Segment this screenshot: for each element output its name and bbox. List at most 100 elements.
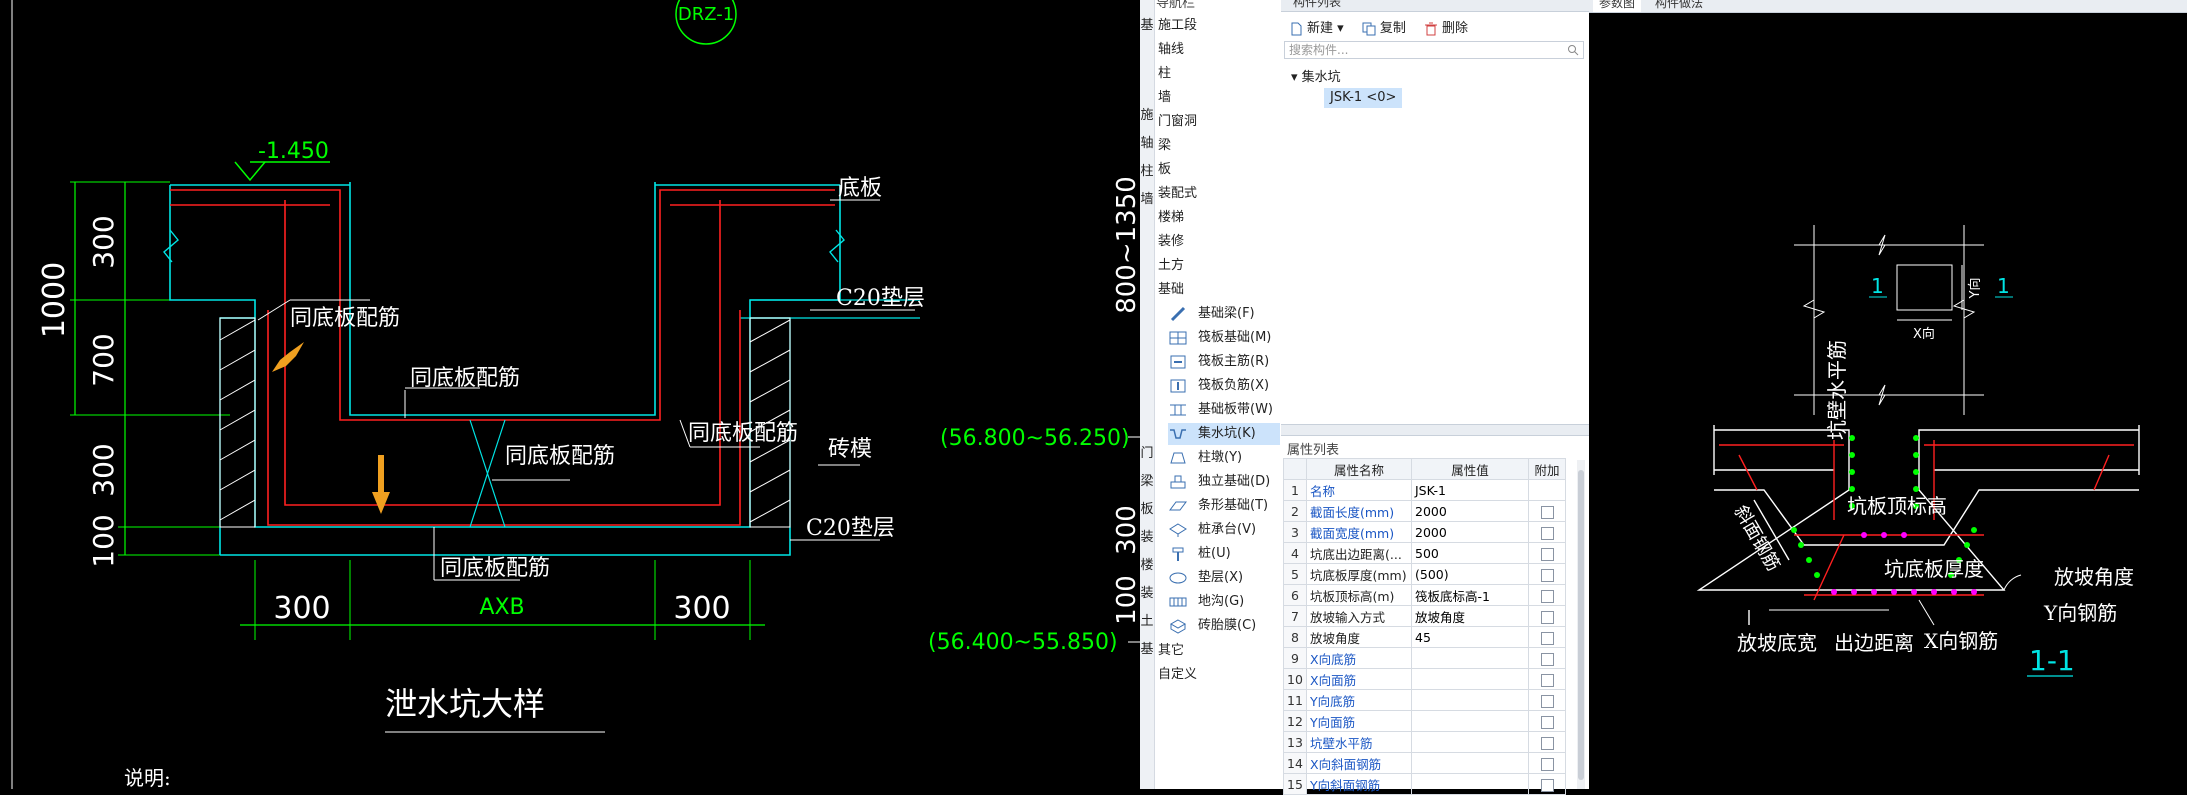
strip-item[interactable]: 板	[1140, 498, 1154, 517]
strip-item[interactable]: 装	[1140, 526, 1154, 545]
table-row[interactable]: 15 Y向斜面钢筋	[1283, 773, 1566, 795]
strip-item[interactable]: 楼	[1140, 554, 1154, 573]
prop-value[interactable]: 放坡角度	[1411, 605, 1529, 627]
prop-value[interactable]	[1411, 689, 1529, 711]
add-checkbox[interactable]	[1540, 715, 1554, 729]
add-checkbox[interactable]	[1540, 547, 1554, 561]
pile-icon	[1172, 547, 1184, 561]
strip-item[interactable]: 基	[1140, 14, 1154, 33]
add-checkbox[interactable]	[1540, 631, 1554, 645]
nav-sub-item[interactable]: 筏板基础(M)	[1168, 327, 1280, 349]
nav-sub-item[interactable]: 桩(U)	[1168, 543, 1280, 565]
add-checkbox[interactable]	[1540, 568, 1554, 582]
add-checkbox[interactable]	[1540, 778, 1554, 792]
prop-value[interactable]	[1411, 710, 1529, 732]
expand-arrow-icon[interactable]: ▾	[1291, 70, 1302, 85]
nav-sub-item[interactable]: 地沟(G)	[1168, 591, 1280, 613]
component-search-input[interactable]: 搜索构件...	[1284, 41, 1584, 59]
nav-sub-item[interactable]: 条形基础(T)	[1168, 495, 1280, 517]
panel-divider[interactable]	[1281, 424, 1589, 436]
nav-item[interactable]: 轴线	[1158, 39, 1184, 61]
nav-item[interactable]: 装修	[1158, 231, 1184, 253]
nav-item[interactable]: 楼梯	[1158, 207, 1184, 229]
table-row[interactable]: 10 X向面筋	[1283, 668, 1566, 690]
table-row[interactable]: 11 Y向底筋	[1283, 689, 1566, 711]
prop-value[interactable]	[1411, 731, 1529, 753]
table-row[interactable]: 5 坑底板厚度(mm) (500)	[1283, 563, 1566, 585]
nav-sub-item[interactable]: 柱墩(Y)	[1168, 447, 1280, 469]
nav-sub-item[interactable]: 筏板主筋(R)	[1168, 351, 1280, 373]
nav-item[interactable]: 其它	[1158, 640, 1184, 662]
table-row[interactable]: 12 Y向面筋	[1283, 710, 1566, 732]
nav-item[interactable]: 门窗洞	[1158, 111, 1197, 133]
add-checkbox[interactable]	[1540, 526, 1554, 540]
nav-sub-item[interactable]: 基础板带(W)	[1168, 399, 1280, 421]
add-checkbox[interactable]	[1540, 610, 1554, 624]
prop-value[interactable]: JSK-1	[1411, 479, 1529, 501]
prop-value[interactable]: 45	[1411, 626, 1529, 648]
nav-item[interactable]: 施工段	[1158, 15, 1197, 37]
prop-value[interactable]: (500)	[1411, 563, 1529, 585]
new-button[interactable]: 新建 ▾	[1289, 17, 1344, 36]
strip-item[interactable]: 梁	[1140, 470, 1154, 489]
nav-sub-item-active[interactable]: 集水坑(K)	[1168, 423, 1280, 445]
note-label: 说明:	[124, 766, 171, 789]
copy-button[interactable]: 复制	[1362, 17, 1406, 36]
add-checkbox[interactable]	[1540, 736, 1554, 750]
prop-value[interactable]	[1411, 773, 1529, 795]
table-row[interactable]: 3 截面宽度(mm) 2000	[1283, 521, 1566, 543]
tree-node-pit[interactable]: ▾ 集水坑	[1291, 66, 1341, 85]
nav-item[interactable]: 基础	[1158, 279, 1184, 301]
prop-value[interactable]: 筏板底标高-1	[1411, 584, 1529, 606]
scrollbar-thumb[interactable]	[1578, 470, 1584, 780]
delete-button[interactable]: 删除	[1424, 17, 1468, 36]
strip-item[interactable]: 施	[1140, 104, 1154, 123]
add-checkbox[interactable]	[1540, 505, 1554, 519]
prop-value[interactable]: 2000	[1411, 521, 1529, 543]
nav-sub-item[interactable]: 桩承台(V)	[1168, 519, 1280, 541]
nav-item[interactable]: 板	[1158, 159, 1171, 181]
strip-item[interactable]: 墙	[1140, 188, 1154, 207]
strip-item[interactable]: 土	[1140, 610, 1154, 629]
table-row[interactable]: 2 截面长度(mm) 2000	[1283, 500, 1566, 522]
nav-sub-item[interactable]: 筏板负筋(X)	[1168, 375, 1280, 397]
nav-sub-item[interactable]: 基础梁(F)	[1168, 303, 1280, 325]
table-row[interactable]: 13 坑壁水平筋	[1283, 731, 1566, 753]
range-top: (56.800~56.250)	[940, 426, 1130, 451]
nav-item[interactable]: 装配式	[1158, 183, 1197, 205]
strip-item[interactable]: 柱	[1140, 160, 1154, 179]
nav-item[interactable]: 墙	[1158, 87, 1171, 109]
table-row[interactable]: 14 X向斜面钢筋	[1283, 752, 1566, 774]
dim-bottom-left: 300	[273, 591, 330, 626]
table-row[interactable]: 9 X向底筋	[1283, 647, 1566, 669]
prop-value[interactable]: 500	[1411, 542, 1529, 564]
add-checkbox[interactable]	[1540, 652, 1554, 666]
add-checkbox[interactable]	[1540, 673, 1554, 687]
table-row[interactable]: 8 放坡角度 45	[1283, 626, 1566, 648]
nav-item[interactable]: 自定义	[1158, 664, 1197, 686]
prop-value[interactable]	[1411, 752, 1529, 774]
nav-item[interactable]: 柱	[1158, 63, 1171, 85]
nav-sub-item[interactable]: 砖胎膜(C)	[1168, 615, 1280, 637]
strip-item[interactable]: 装	[1140, 582, 1154, 601]
nav-item[interactable]: 梁	[1158, 135, 1171, 157]
strip-item[interactable]: 门	[1140, 442, 1154, 461]
nav-sub-item[interactable]: 垫层(X)	[1168, 567, 1280, 589]
table-row[interactable]: 4 坑底出边距离(... 500	[1283, 542, 1566, 564]
prop-value[interactable]	[1411, 647, 1529, 669]
nav-sub-item[interactable]: 独立基础(D)	[1168, 471, 1280, 493]
prop-value[interactable]	[1411, 668, 1529, 690]
add-checkbox[interactable]	[1540, 589, 1554, 603]
nav-item[interactable]: 土方	[1158, 255, 1184, 277]
cad-drawing-area[interactable]: DRZ-1 -1.450 1000 300 700 300 100 同底板配筋 …	[0, 0, 1140, 789]
table-row[interactable]: 1 名称 JSK-1	[1283, 479, 1566, 501]
tree-node-jsk1[interactable]: JSK-1 <0>	[1324, 88, 1403, 108]
strip-item[interactable]: 轴	[1140, 132, 1154, 151]
prop-value[interactable]: 2000	[1411, 500, 1529, 522]
table-row[interactable]: 6 坑板顶标高(m) 筏板底标高-1	[1283, 584, 1566, 606]
properties-scrollbar[interactable]	[1577, 460, 1585, 789]
add-checkbox[interactable]	[1540, 757, 1554, 771]
strip-item[interactable]: 基	[1140, 638, 1154, 657]
add-checkbox[interactable]	[1540, 694, 1554, 708]
table-row[interactable]: 7 放坡输入方式 放坡角度	[1283, 605, 1566, 627]
